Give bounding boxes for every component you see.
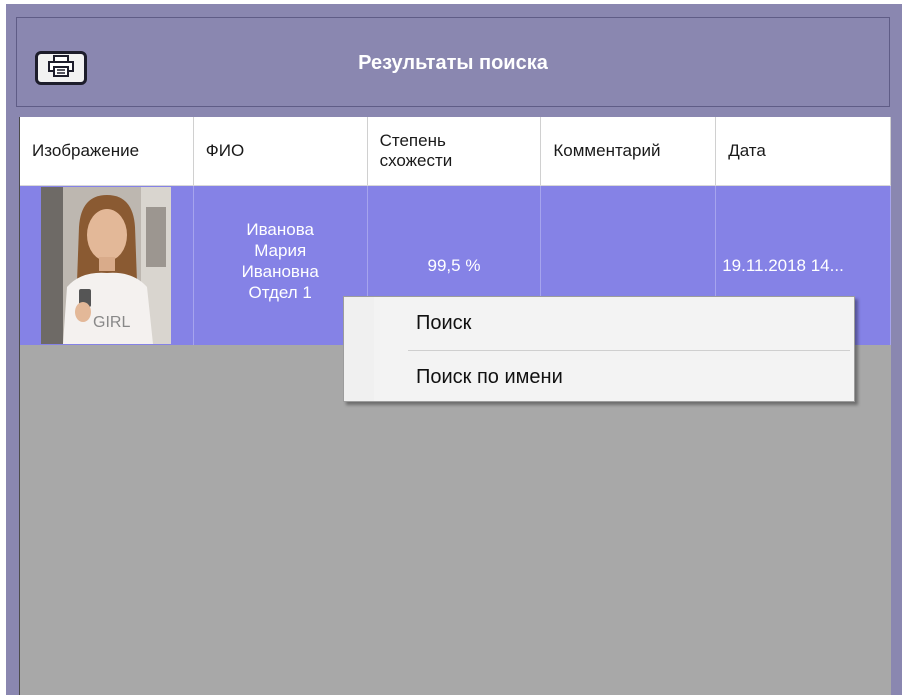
header-panel: Результаты поиска xyxy=(16,17,890,107)
face-photo: GIRL xyxy=(41,187,172,344)
menu-separator xyxy=(408,350,850,351)
column-header-image[interactable]: Изображение xyxy=(20,117,194,185)
fio-department: Отдел 1 xyxy=(248,282,312,302)
svg-text:GIRL: GIRL xyxy=(93,314,130,331)
menu-item-search[interactable]: Поиск xyxy=(346,299,852,347)
print-button[interactable] xyxy=(35,51,87,85)
fio-first-name: Мария xyxy=(254,240,307,260)
page-title: Результаты поиска xyxy=(358,51,548,74)
fio-patronymic: Ивановна xyxy=(241,261,319,281)
cell-image: GIRL xyxy=(20,186,194,345)
results-table: Изображение ФИО Степень схожести Коммент… xyxy=(19,117,891,695)
printer-icon xyxy=(47,54,75,82)
column-header-date[interactable]: Дата xyxy=(716,117,891,185)
column-header-fio[interactable]: ФИО xyxy=(194,117,368,185)
table-header: Изображение ФИО Степень схожести Коммент… xyxy=(20,117,891,186)
fio-last-name: Иванова xyxy=(246,219,315,239)
context-menu: Поиск Поиск по имени xyxy=(343,296,855,402)
column-header-comment[interactable]: Комментарий xyxy=(541,117,717,185)
cell-fio: Иванова Мария Ивановна Отдел 1 xyxy=(194,186,368,345)
menu-item-search-by-name[interactable]: Поиск по имени xyxy=(346,353,852,401)
column-header-similarity[interactable]: Степень схожести xyxy=(368,117,542,185)
